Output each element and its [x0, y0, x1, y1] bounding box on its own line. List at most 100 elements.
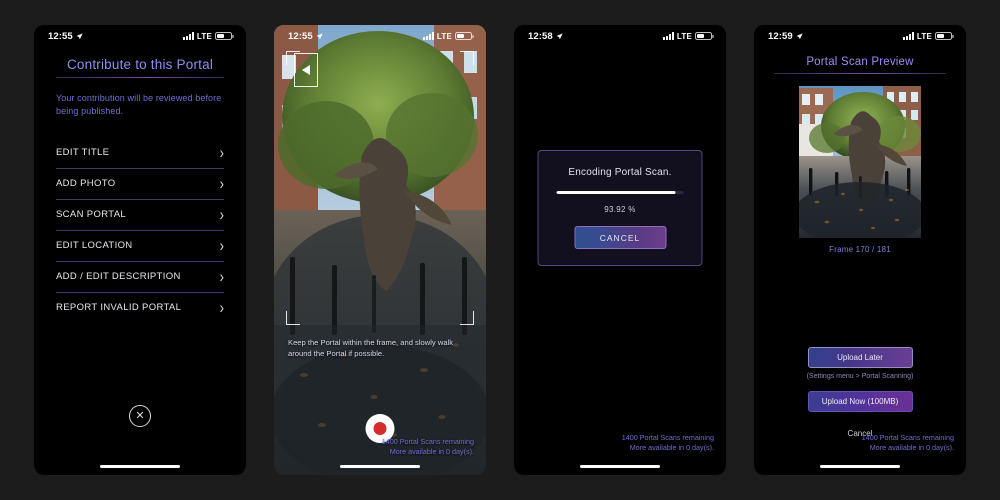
camera-hint-text: Keep the Portal within the frame, and sl… — [288, 338, 454, 358]
screenshot-stage: 12:55 LTE Contribute to this Portal Your… — [0, 0, 1000, 500]
scans-remaining-line: 1400 Portal Scans remaining — [621, 432, 714, 442]
title-divider — [774, 73, 946, 74]
upload-later-button[interactable]: Upload Later — [807, 347, 913, 368]
carrier-label: LTE — [436, 31, 452, 41]
status-bar-right: LTE — [182, 31, 234, 41]
contribute-menu: EDIT TITLE › ADD PHOTO › SCAN PORTAL › E… — [34, 138, 246, 323]
battery-icon — [695, 31, 714, 41]
encoding-screen-body: 12:58 LTE Encoding Portal Scan. 93.92 % … — [514, 25, 726, 475]
page-title: Portal Scan Preview — [806, 56, 914, 68]
status-bar: 12:55 LTE — [274, 25, 486, 47]
carrier-label: LTE — [196, 31, 212, 41]
menu-item-edit-location[interactable]: EDIT LOCATION › — [56, 231, 224, 263]
scan-preview-body: 12:59 LTE Portal Scan Preview Frame 170 … — [754, 25, 966, 475]
menu-item-scan-portal[interactable]: SCAN PORTAL › — [56, 200, 224, 232]
scan-preview-image — [799, 86, 921, 238]
back-button[interactable] — [294, 53, 318, 87]
contribute-screen-body: Contribute to this Portal Your contribut… — [34, 25, 246, 475]
battery-icon — [935, 31, 954, 41]
frame-counter-label: Frame 170 / 181 — [829, 245, 891, 254]
menu-item-label: ADD PHOTO — [56, 178, 116, 190]
menu-item-label: SCAN PORTAL — [56, 209, 127, 221]
scans-available-line: More available in 0 day(s). — [629, 442, 714, 452]
upload-now-button[interactable]: Upload Now (100MB) — [807, 391, 913, 412]
phone-screen-encoding: 12:58 LTE Encoding Portal Scan. 93.92 % … — [514, 25, 726, 475]
status-bar-left: 12:59 — [768, 31, 803, 42]
status-bar-left: 12:55 — [288, 31, 323, 42]
scans-remaining-line: 1400 Portal Scans remaining — [381, 436, 474, 446]
chevron-right-icon: › — [219, 236, 224, 255]
menu-item-add-edit-description[interactable]: ADD / EDIT DESCRIPTION › — [56, 262, 224, 294]
home-indicator — [580, 464, 660, 468]
home-indicator — [340, 464, 420, 468]
scans-available-line: More available in 0 day(s). — [869, 442, 954, 452]
status-bar-left: 12:55 — [48, 31, 83, 42]
status-bar-left: 12:58 — [528, 31, 563, 42]
chevron-right-icon: › — [219, 205, 224, 224]
progress-bar-fill — [556, 191, 676, 194]
chevron-right-icon: › — [219, 267, 224, 286]
status-bar-right: LTE — [902, 31, 954, 41]
menu-item-report-invalid-portal[interactable]: REPORT INVALID PORTAL › — [56, 293, 224, 323]
status-bar-right: LTE — [662, 31, 714, 41]
location-arrow-icon — [556, 32, 563, 39]
camera-viewfinder: 12:55 LTE Keep the Portal within the fra… — [274, 25, 486, 475]
location-arrow-icon — [76, 32, 83, 39]
status-time: 12:58 — [528, 30, 553, 42]
dialog-title: Encoding Portal Scan. — [568, 167, 672, 178]
location-arrow-icon — [796, 32, 803, 39]
home-indicator — [100, 464, 180, 468]
battery-icon — [455, 31, 474, 41]
status-bar: 12:58 LTE — [514, 25, 726, 47]
progress-bar — [556, 191, 684, 194]
status-bar: 12:59 LTE — [754, 25, 966, 47]
scans-remaining-note: 1400 Portal Scans remaining More availab… — [862, 433, 954, 453]
page-subtitle: Your contribution will be reviewed befor… — [56, 93, 222, 117]
back-arrow-icon — [302, 65, 310, 75]
frame-corner-bottom-left-icon — [286, 311, 300, 325]
menu-item-edit-title[interactable]: EDIT TITLE › — [56, 138, 224, 170]
chevron-right-icon: › — [219, 298, 224, 317]
signal-bars-icon — [182, 32, 194, 40]
frame-corner-top-right-icon — [460, 51, 474, 65]
signal-bars-icon — [662, 32, 674, 40]
close-button[interactable]: ✕ — [129, 405, 151, 427]
camera-live-photo — [274, 25, 486, 475]
page-title: Contribute to this Portal — [66, 57, 214, 72]
battery-icon — [215, 31, 234, 41]
status-time: 12:55 — [48, 30, 73, 42]
carrier-label: LTE — [916, 31, 932, 41]
scans-remaining-note: 1400 Portal Scans remaining More availab… — [382, 437, 474, 457]
phone-screen-scan-preview: 12:59 LTE Portal Scan Preview Frame 170 … — [754, 25, 966, 475]
record-button-icon — [373, 422, 387, 435]
status-time: 12:55 — [288, 30, 313, 42]
preview-actions: Upload Later (Settings menu > Portal Sca… — [754, 347, 966, 438]
carrier-label: LTE — [676, 31, 692, 41]
status-bar: 12:55 LTE — [34, 25, 246, 47]
status-time: 12:59 — [768, 30, 793, 42]
upload-later-hint: (Settings menu > Portal Scanning) — [806, 373, 914, 380]
chevron-right-icon: › — [219, 174, 224, 193]
cancel-button[interactable]: CANCEL — [574, 226, 666, 249]
phone-screen-contribute: 12:55 LTE Contribute to this Portal Your… — [34, 25, 246, 475]
frame-corner-bottom-right-icon — [460, 311, 474, 325]
home-indicator — [820, 464, 900, 468]
menu-item-label: ADD / EDIT DESCRIPTION — [56, 271, 181, 283]
status-bar-right: LTE — [422, 31, 474, 41]
menu-item-label: REPORT INVALID PORTAL — [56, 302, 182, 314]
location-arrow-icon — [316, 32, 323, 39]
close-icon: ✕ — [135, 409, 145, 422]
chevron-right-icon: › — [219, 143, 224, 162]
phone-screen-camera-scan: 12:55 LTE Keep the Portal within the fra… — [274, 25, 486, 475]
preview-photo — [799, 86, 921, 238]
menu-item-label: EDIT LOCATION — [56, 240, 133, 252]
scans-remaining-note: 1400 Portal Scans remaining More availab… — [622, 433, 714, 453]
signal-bars-icon — [422, 32, 434, 40]
scans-remaining-line: 1400 Portal Scans remaining — [861, 432, 954, 442]
scans-available-line: More available in 0 day(s). — [389, 446, 474, 456]
title-divider — [56, 77, 224, 78]
menu-item-label: EDIT TITLE — [56, 147, 110, 159]
encoding-dialog: Encoding Portal Scan. 93.92 % CANCEL — [537, 150, 703, 266]
progress-percent-label: 93.92 % — [604, 205, 636, 214]
menu-item-add-photo[interactable]: ADD PHOTO › — [56, 169, 224, 201]
